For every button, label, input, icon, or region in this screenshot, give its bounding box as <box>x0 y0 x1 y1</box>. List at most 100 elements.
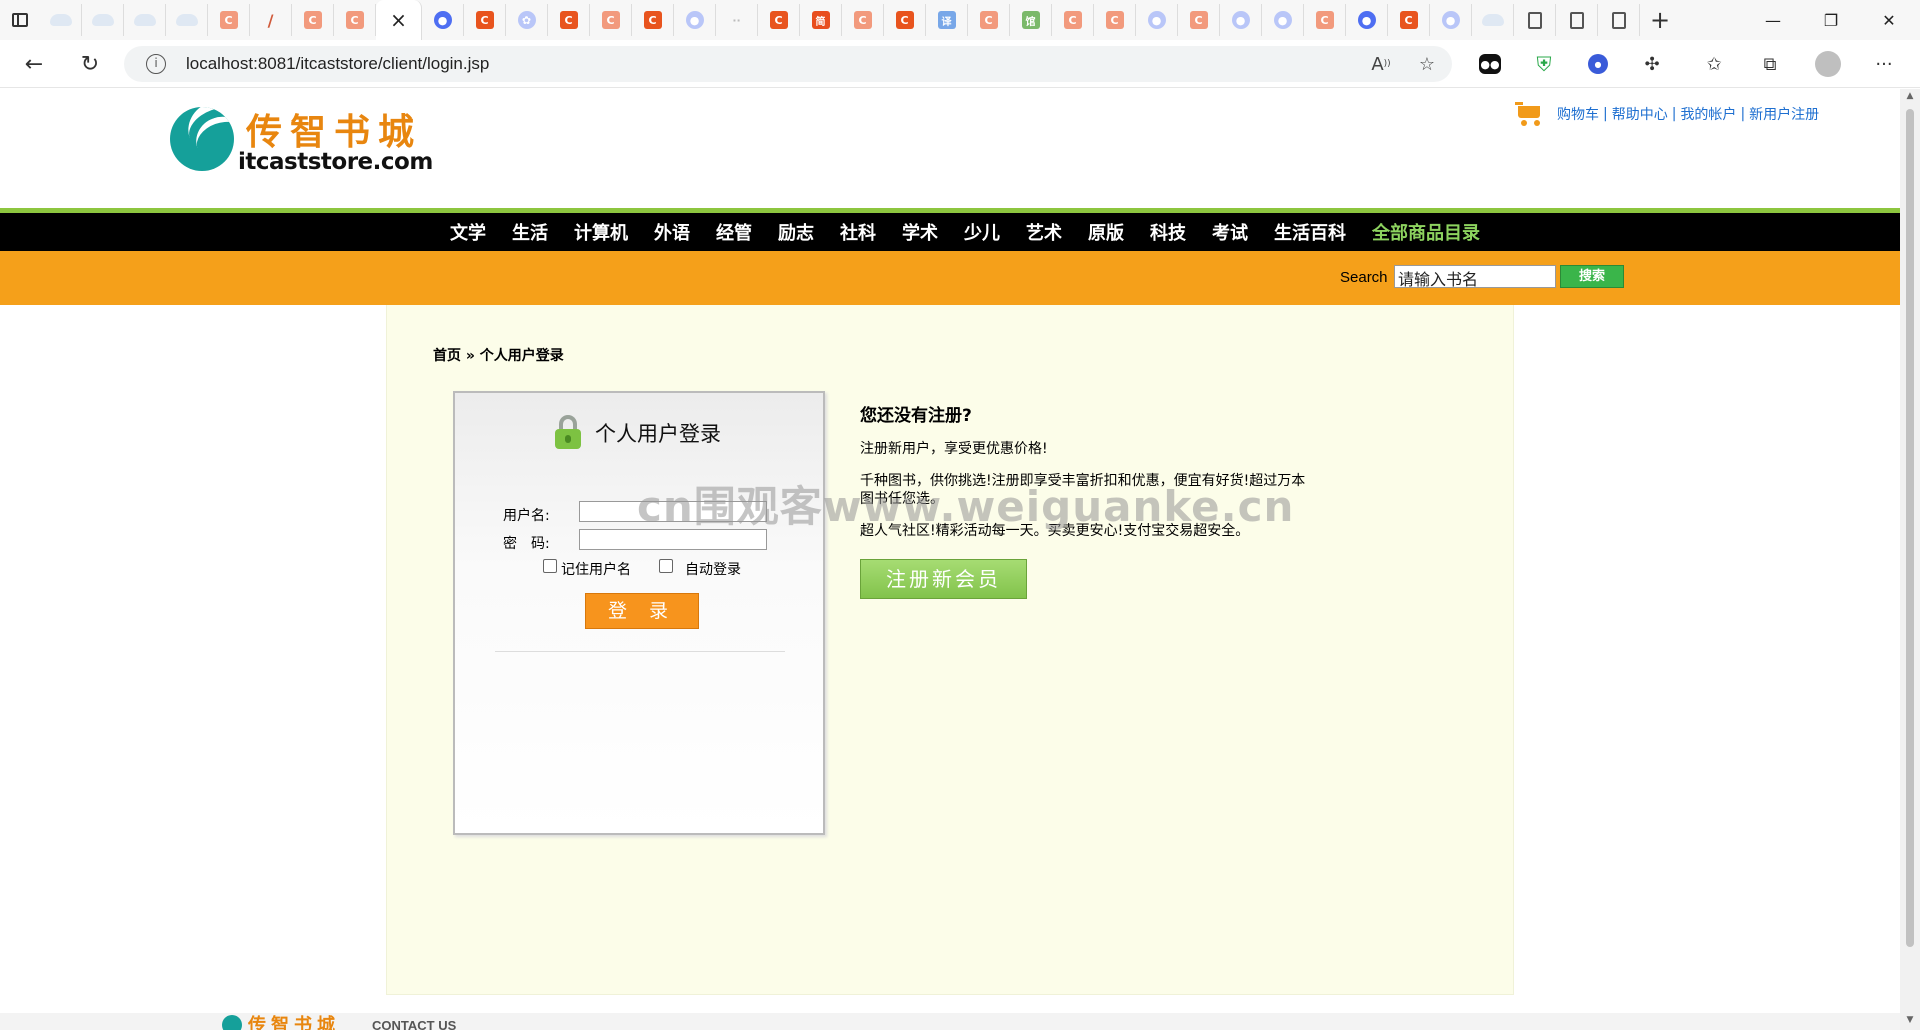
tab-actions-menu-icon[interactable] <box>0 0 40 40</box>
remember-username-checkbox[interactable] <box>543 559 557 573</box>
browser-tab[interactable] <box>82 4 124 36</box>
browser-tab[interactable]: ● <box>1136 4 1178 36</box>
browser-tab[interactable]: C <box>292 4 334 36</box>
nav-all-products[interactable]: 全部商品目录 <box>1372 219 1480 245</box>
new-tab-button[interactable]: + <box>1640 4 1680 36</box>
url-text[interactable]: localhost:8081/itcaststore/client/login.… <box>186 54 489 74</box>
browser-tab[interactable]: ·· <box>716 4 758 36</box>
browser-tab[interactable]: ● <box>1262 4 1304 36</box>
browser-tab[interactable]: ● <box>422 4 464 36</box>
browser-tab[interactable]: ● <box>1430 4 1472 36</box>
register-member-button[interactable]: 注册新会员 <box>860 559 1027 599</box>
browser-tab[interactable]: C <box>968 4 1010 36</box>
browser-tab[interactable]: C <box>590 4 632 36</box>
browser-tab[interactable] <box>166 4 208 36</box>
shield-icon[interactable]: ⛨ <box>1530 50 1558 78</box>
browser-tab-active[interactable]: × <box>376 0 422 40</box>
nav-category[interactable]: 外语 <box>654 219 690 245</box>
browser-tab[interactable]: C <box>1178 4 1220 36</box>
favorite-add-icon[interactable]: ☆ <box>1414 52 1440 76</box>
pen-icon: / <box>267 10 274 30</box>
extension-badge-icon[interactable]: ● <box>1584 50 1612 78</box>
c-icon: C <box>895 11 914 29</box>
nav-category[interactable]: 考试 <box>1212 219 1248 245</box>
site-info-icon[interactable]: i <box>146 54 166 74</box>
nav-category[interactable]: 艺术 <box>1026 219 1062 245</box>
browser-tab[interactable]: C <box>548 4 590 36</box>
paw-icon: ● <box>685 11 704 29</box>
cloud-icon <box>1481 14 1504 26</box>
category-nav: 文学 生活 计算机 外语 经管 励志 社科 学术 少儿 艺术 原版 科技 考试 … <box>0 213 1900 251</box>
nav-category[interactable]: 励志 <box>778 219 814 245</box>
login-button[interactable]: 登 录 <box>585 593 699 629</box>
browser-tab[interactable]: ● <box>674 4 716 36</box>
minimize-button[interactable]: — <box>1744 0 1802 40</box>
browser-tab[interactable] <box>40 4 82 36</box>
browser-tab[interactable]: C <box>632 4 674 36</box>
scroll-down-icon[interactable]: ▼ <box>1904 1015 1916 1027</box>
browser-tab[interactable] <box>1472 4 1514 36</box>
address-bar[interactable]: i localhost:8081/itcaststore/client/logi… <box>124 46 1452 82</box>
profile-avatar[interactable] <box>1814 50 1842 78</box>
browser-tab[interactable] <box>1514 4 1556 36</box>
scroll-up-icon[interactable]: ▲ <box>1904 91 1916 103</box>
page-scrollbar[interactable]: ▲ ▼ <box>1900 89 1920 1030</box>
nav-category[interactable]: 科技 <box>1150 219 1186 245</box>
link-separator: | <box>1603 106 1608 122</box>
browser-tab[interactable]: ● <box>1346 4 1388 36</box>
browser-tab[interactable]: C <box>884 4 926 36</box>
browser-tab[interactable]: C <box>1052 4 1094 36</box>
browser-tab[interactable]: ✿ <box>506 4 548 36</box>
close-tab-icon[interactable]: × <box>390 8 407 32</box>
nav-category[interactable]: 学术 <box>902 219 938 245</box>
browser-tab[interactable] <box>1598 4 1640 36</box>
nav-category[interactable]: 计算机 <box>574 219 628 245</box>
browser-tab[interactable]: 简 <box>800 4 842 36</box>
browser-tab[interactable]: C <box>208 4 250 36</box>
footer-contact[interactable]: CONTACT US <box>372 1018 456 1030</box>
refresh-icon[interactable]: ↻ <box>72 48 108 80</box>
my-account-link[interactable]: 我的帐户 <box>1680 104 1736 124</box>
scrollbar-thumb[interactable] <box>1906 109 1914 947</box>
browser-tab[interactable]: C <box>1388 4 1430 36</box>
jian-icon: 简 <box>811 11 830 29</box>
browser-tab[interactable] <box>1556 4 1598 36</box>
nav-category[interactable]: 经管 <box>716 219 752 245</box>
maximize-button[interactable]: ❐ <box>1802 0 1860 40</box>
auto-login-checkbox[interactable] <box>659 559 673 573</box>
nav-category[interactable]: 少儿 <box>964 219 1000 245</box>
cart-link[interactable]: 购物车 <box>1557 104 1599 124</box>
register-link[interactable]: 新用户注册 <box>1749 104 1819 124</box>
nav-category[interactable]: 生活百科 <box>1274 219 1346 245</box>
nav-category[interactable]: 生活 <box>512 219 548 245</box>
read-aloud-icon[interactable]: A)) <box>1368 52 1394 76</box>
browser-tab[interactable]: / <box>250 4 292 36</box>
browser-tab[interactable]: C <box>758 4 800 36</box>
browser-tab[interactable]: C <box>464 4 506 36</box>
browser-tab[interactable]: 译 <box>926 4 968 36</box>
browser-tab[interactable]: C <box>334 4 376 36</box>
search-button[interactable]: 搜索 <box>1560 265 1624 288</box>
help-link[interactable]: 帮助中心 <box>1612 104 1668 124</box>
browser-tab[interactable]: C <box>1304 4 1346 36</box>
search-input[interactable]: 请输入书名 <box>1394 265 1556 289</box>
register-title: 您还没有注册? <box>860 406 972 426</box>
nav-category[interactable]: 原版 <box>1088 219 1124 245</box>
back-arrow-icon[interactable]: ← <box>16 48 52 80</box>
extension-icon[interactable]: ●● <box>1476 50 1504 78</box>
nav-category[interactable]: 文学 <box>450 219 486 245</box>
favorites-icon[interactable]: ✩ <box>1700 50 1728 78</box>
browser-tab[interactable]: ● <box>1220 4 1262 36</box>
collections-icon[interactable]: ⧉ <box>1756 50 1784 78</box>
browser-tab[interactable]: 馆 <box>1010 4 1052 36</box>
site-logo[interactable]: 传智书城 itcaststore.com <box>170 105 433 175</box>
browser-tab[interactable] <box>124 4 166 36</box>
breadcrumb-home[interactable]: 首页 <box>433 348 461 364</box>
browser-tab[interactable]: C <box>842 4 884 36</box>
browser-tab[interactable]: C <box>1094 4 1136 36</box>
nav-category[interactable]: 社科 <box>840 219 876 245</box>
more-menu-icon[interactable]: ··· <box>1870 50 1898 78</box>
puzzle-extensions-icon[interactable]: ✣ <box>1638 50 1666 78</box>
close-window-button[interactable]: ✕ <box>1860 0 1918 40</box>
shopping-cart-icon[interactable] <box>1515 102 1543 126</box>
